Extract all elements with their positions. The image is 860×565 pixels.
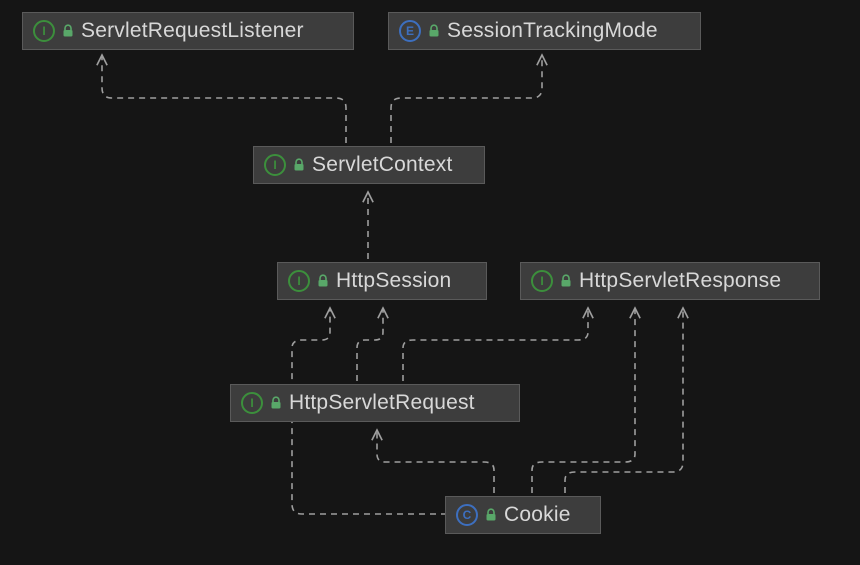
lock-icon [316,274,330,288]
interface-icon: I [264,154,286,176]
node-label: HttpServletRequest [289,391,475,415]
class-icon: C [456,504,478,526]
edge-request-to-session [357,308,383,381]
node-session-tracking-mode[interactable]: E SessionTrackingMode [388,12,701,50]
node-cookie[interactable]: C Cookie [445,496,601,534]
interface-icon: I [288,270,310,292]
node-label: ServletRequestListener [81,19,304,43]
interface-icon: I [241,392,263,414]
edge-request-to-response [403,308,588,381]
edge-cookie-to-response-b [565,308,683,493]
node-label: ServletContext [312,153,453,177]
node-http-servlet-request[interactable]: I HttpServletRequest [230,384,520,422]
edge-cookie-to-request [377,430,494,493]
node-label: HttpServletResponse [579,269,781,293]
edge-context-to-listener [102,55,346,143]
uml-diagram: { "nodes": { "servletRequestListener": {… [0,0,860,565]
node-label: Cookie [504,503,571,527]
lock-icon [427,24,441,38]
lock-icon [269,396,283,410]
interface-icon: I [33,20,55,42]
node-http-servlet-response[interactable]: I HttpServletResponse [520,262,820,300]
lock-icon [61,24,75,38]
enum-icon: E [399,20,421,42]
node-label: SessionTrackingMode [447,19,658,43]
node-http-session[interactable]: I HttpSession [277,262,487,300]
lock-icon [559,274,573,288]
node-label: HttpSession [336,269,451,293]
edge-cookie-to-response-a [532,308,635,493]
edge-context-to-trackingmode [391,55,542,143]
interface-icon: I [531,270,553,292]
lock-icon [292,158,306,172]
lock-icon [484,508,498,522]
node-servlet-context[interactable]: I ServletContext [253,146,485,184]
node-servlet-request-listener[interactable]: I ServletRequestListener [22,12,354,50]
